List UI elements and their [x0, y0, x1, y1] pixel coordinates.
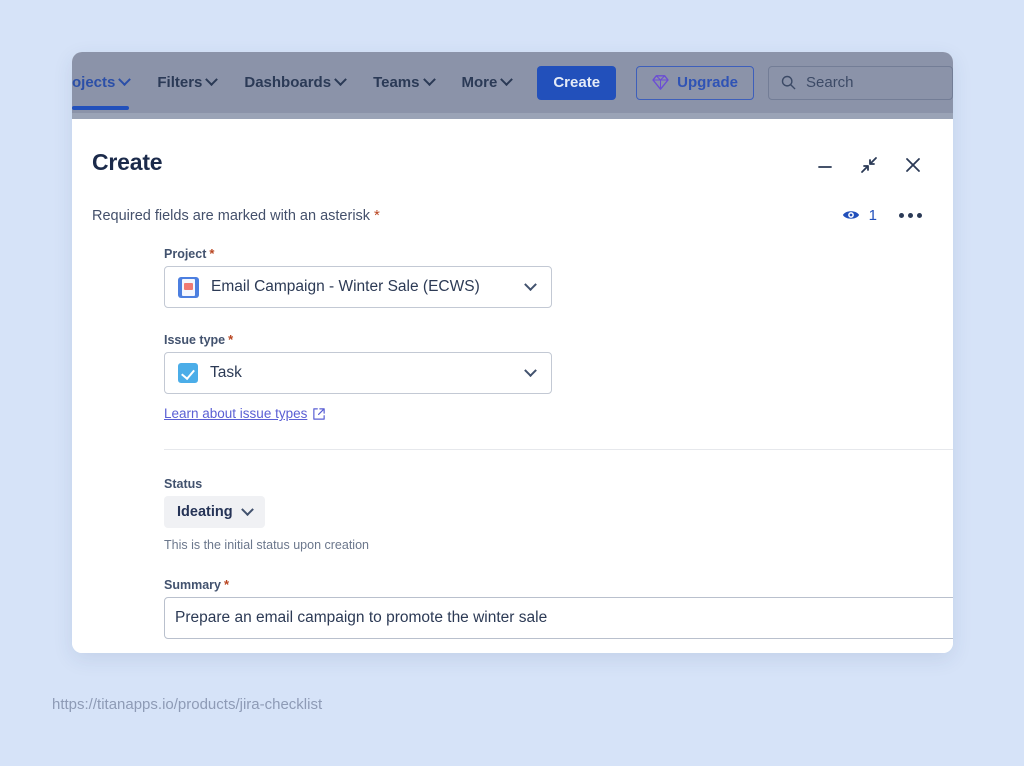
label-text: Project — [164, 247, 206, 261]
status-field-label: Status — [164, 477, 925, 491]
upgrade-button[interactable]: Upgrade — [636, 66, 754, 100]
diamond-icon — [652, 75, 669, 90]
status-badge[interactable]: Ideating — [164, 496, 265, 528]
label-text: Issue type — [164, 333, 225, 347]
dot — [917, 213, 922, 218]
chevron-down-icon — [206, 73, 219, 86]
nav-item-label: Dashboards — [244, 74, 331, 91]
nav-item-label: More — [462, 74, 498, 91]
nav-item-more[interactable]: More — [448, 52, 526, 113]
external-link-icon — [313, 408, 325, 420]
page-title: Create — [92, 149, 162, 176]
chevron-down-icon — [241, 503, 254, 516]
minimize-icon[interactable] — [815, 155, 835, 175]
issue-type-select-value: Task — [210, 364, 526, 382]
summary-field-block: Summary* — [164, 577, 925, 639]
chevron-down-icon — [500, 73, 513, 86]
dialog-header: Create — [92, 149, 925, 176]
chevron-down-icon — [524, 364, 537, 377]
top-navigation-bar: ojects Filters Dashboards Teams More Cre… — [72, 52, 953, 113]
chevron-down-icon — [334, 73, 347, 86]
nav-item-label: ojects — [72, 74, 115, 91]
dot — [899, 213, 904, 218]
nav-item-filters[interactable]: Filters — [143, 52, 230, 113]
nav-item-label: Filters — [157, 74, 202, 91]
ellipsis-icon[interactable] — [899, 213, 922, 218]
dot — [908, 213, 913, 218]
asterisk-marker: * — [374, 207, 380, 224]
status-badge-label: Ideating — [177, 504, 233, 520]
summary-input[interactable] — [164, 597, 953, 639]
watch-button[interactable]: 1 — [842, 206, 877, 224]
project-avatar-icon — [178, 277, 199, 298]
nav-item-dashboards[interactable]: Dashboards — [230, 52, 359, 113]
project-select[interactable]: Email Campaign - Winter Sale (ECWS) — [164, 266, 552, 308]
window-controls — [815, 149, 925, 175]
close-icon[interactable] — [903, 155, 923, 175]
status-hint-text: This is the initial status upon creation — [164, 538, 925, 552]
status-field-block: Status Ideating This is the initial stat… — [164, 477, 925, 552]
dialog-actions: 1 — [842, 206, 925, 224]
required-fields-note: Required fields are marked with an aster… — [92, 207, 380, 224]
asterisk-marker: * — [224, 577, 229, 592]
search-box[interactable] — [768, 66, 953, 100]
create-button[interactable]: Create — [537, 66, 616, 100]
asterisk-marker: * — [228, 332, 233, 347]
issue-type-field-label: Issue type* — [164, 332, 925, 347]
learn-link-label: Learn about issue types — [164, 406, 307, 421]
nav-item-projects[interactable]: ojects — [72, 52, 143, 113]
issue-type-field-block: Issue type* Task Learn about issue types — [164, 332, 925, 423]
search-icon — [781, 75, 796, 90]
learn-about-issue-types-link[interactable]: Learn about issue types — [164, 406, 325, 421]
label-text: Status — [164, 477, 202, 491]
project-select-value: Email Campaign - Winter Sale (ECWS) — [211, 278, 526, 296]
nav-item-teams[interactable]: Teams — [359, 52, 447, 113]
eye-icon — [842, 206, 860, 224]
search-input[interactable] — [806, 74, 926, 91]
nav-item-label: Teams — [373, 74, 419, 91]
required-fields-text: Required fields are marked with an aster… — [92, 208, 370, 224]
summary-field-label: Summary* — [164, 577, 925, 592]
section-divider — [164, 449, 953, 450]
chevron-down-icon — [423, 73, 436, 86]
required-fields-row: Required fields are marked with an aster… — [92, 206, 925, 224]
upgrade-label: Upgrade — [677, 74, 738, 91]
create-issue-form: Project* Email Campaign - Winter Sale (E… — [92, 246, 925, 639]
issue-type-select[interactable]: Task — [164, 352, 552, 394]
watch-count: 1 — [869, 207, 877, 224]
collapse-icon[interactable] — [859, 155, 879, 175]
project-field-block: Project* Email Campaign - Winter Sale (E… — [164, 246, 925, 308]
footer-url-text: https://titanapps.io/products/jira-check… — [52, 696, 322, 713]
chevron-down-icon — [118, 73, 131, 86]
label-text: Summary — [164, 578, 221, 592]
asterisk-marker: * — [209, 246, 214, 261]
project-field-label: Project* — [164, 246, 925, 261]
app-window: ojects Filters Dashboards Teams More Cre… — [72, 52, 953, 653]
chevron-down-icon — [524, 278, 537, 291]
task-type-icon — [178, 363, 198, 383]
create-issue-dialog: Create Required fields are marked with a… — [72, 119, 953, 653]
